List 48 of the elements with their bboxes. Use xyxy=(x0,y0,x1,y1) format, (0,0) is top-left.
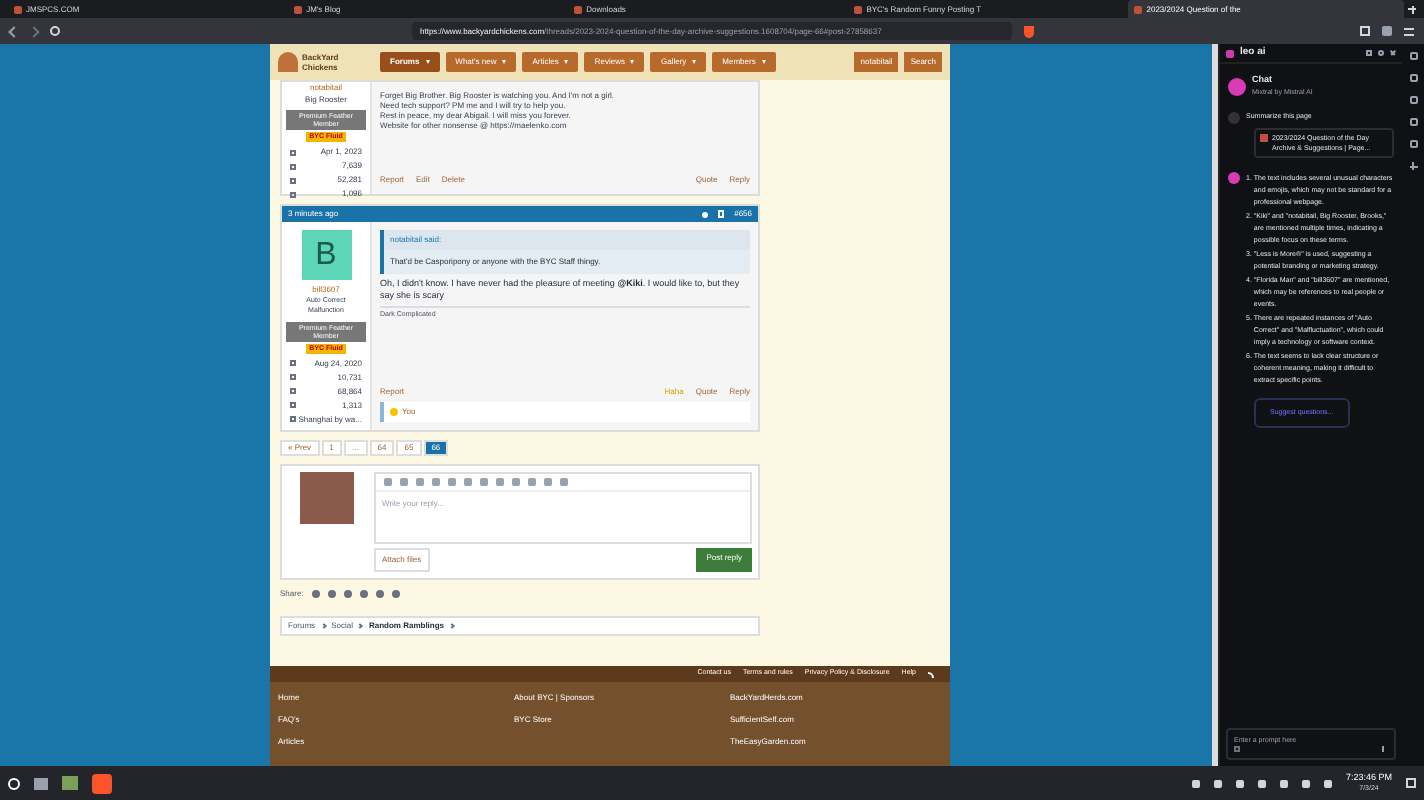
user-avatar-icon xyxy=(1228,112,1240,124)
forward-icon[interactable] xyxy=(28,25,40,37)
chevron-icon xyxy=(358,623,364,629)
tray-icon[interactable] xyxy=(1279,779,1288,787)
sidebar-icon[interactable] xyxy=(1409,140,1417,148)
ai-avatar-icon xyxy=(1228,172,1240,184)
site-icon xyxy=(14,5,22,13)
new-tab-icon[interactable] xyxy=(1408,5,1416,13)
close-icon[interactable] xyxy=(1390,50,1396,56)
tray-icon[interactable] xyxy=(1301,779,1310,787)
menu-icon[interactable] xyxy=(1404,27,1414,35)
tray-icon[interactable] xyxy=(1191,779,1200,787)
site-icon xyxy=(1260,134,1268,142)
tray-icon[interactable] xyxy=(1213,779,1222,787)
tray-icon[interactable] xyxy=(1323,779,1332,787)
sidebar-icon[interactable] xyxy=(1409,118,1417,126)
add-icon[interactable] xyxy=(1409,162,1417,170)
caret-icon xyxy=(761,60,766,64)
reload-icon[interactable] xyxy=(50,26,60,36)
caret-icon xyxy=(692,60,697,64)
chevron-icon xyxy=(449,623,455,629)
back-icon[interactable] xyxy=(8,25,20,37)
tray-icon[interactable] xyxy=(1257,779,1266,787)
rss-icon[interactable] xyxy=(928,671,934,677)
sidebar-icon[interactable] xyxy=(1409,74,1417,82)
sidebar-icon[interactable] xyxy=(1360,26,1370,36)
sidebar-icon[interactable] xyxy=(1409,96,1417,104)
desktop-icon[interactable] xyxy=(1406,778,1416,788)
launcher-icon[interactable] xyxy=(8,777,20,789)
site-icon xyxy=(1134,5,1143,13)
scrollbar[interactable] xyxy=(1212,44,1218,766)
caret-icon xyxy=(502,60,507,64)
site-icon xyxy=(854,5,863,13)
site-icon xyxy=(574,5,583,13)
avatar[interactable]: B xyxy=(301,230,351,280)
taskbar-app-icon[interactable] xyxy=(34,777,48,789)
shield-icon[interactable] xyxy=(1024,25,1034,37)
bookmark-icon[interactable] xyxy=(718,210,725,218)
caret-icon xyxy=(630,60,635,64)
site-icon xyxy=(294,5,303,13)
ai-avatar-icon xyxy=(1228,77,1246,95)
photo-placeholder xyxy=(300,472,354,524)
chevron-icon xyxy=(320,623,326,629)
caret-icon xyxy=(564,60,569,64)
sidebar-icon[interactable] xyxy=(1409,52,1417,60)
caret-icon xyxy=(425,60,430,64)
settings-icon[interactable] xyxy=(1378,50,1384,56)
tray-icon[interactable] xyxy=(1235,779,1244,787)
